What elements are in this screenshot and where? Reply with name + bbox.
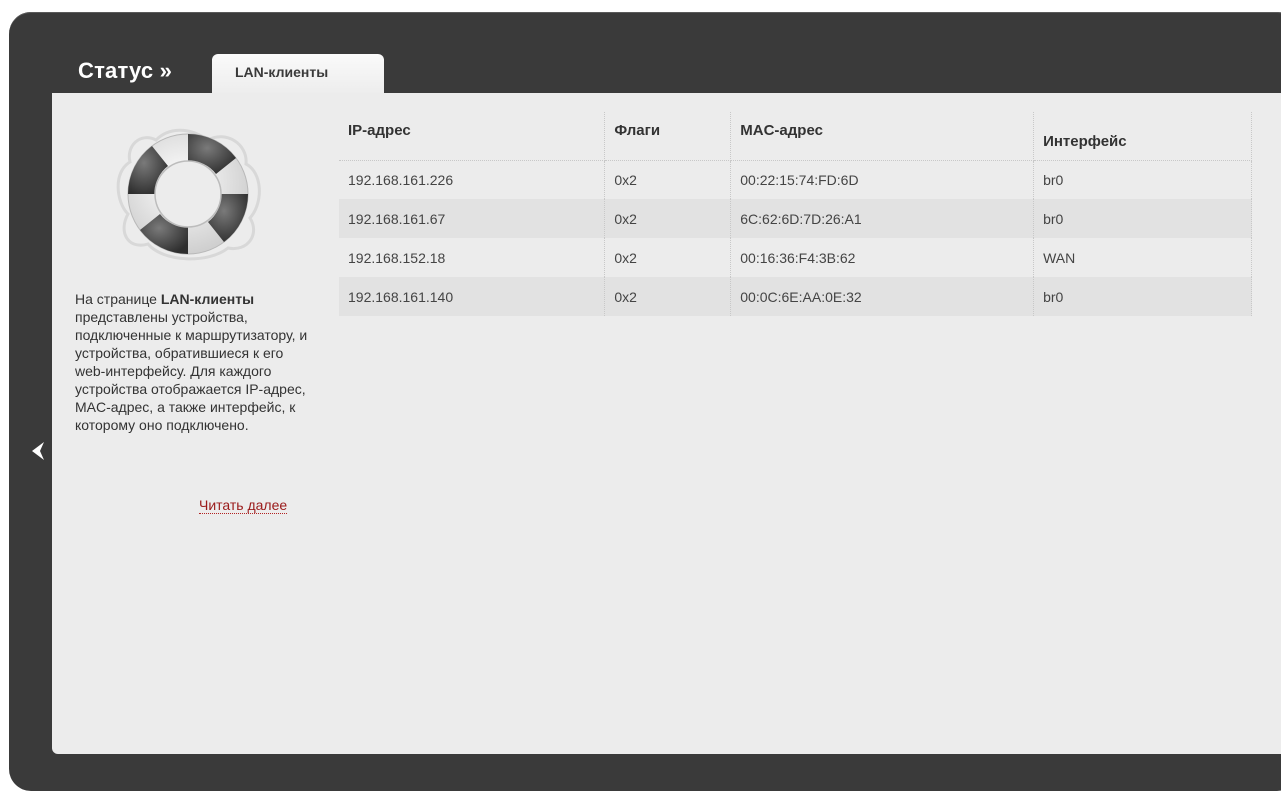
cell-flags: 0x2	[604, 277, 732, 316]
lan-clients-table: IP-адрес Флаги MAC-адрес Интерфейс 192.1…	[339, 112, 1252, 316]
cell-ip: 192.168.161.140	[339, 277, 606, 316]
lifebuoy-icon	[108, 122, 268, 266]
column-header-interface[interactable]: Интерфейс	[1033, 112, 1252, 161]
help-page-name: LAN-клиенты	[160, 291, 255, 307]
column-header-flags[interactable]: Флаги	[604, 112, 732, 161]
cell-flags: 0x2	[604, 199, 732, 238]
table-row[interactable]: 192.168.161.140 0x2 00:0C:6E:AA:0E:32 br…	[339, 277, 1252, 316]
table-row[interactable]: 192.168.161.226 0x2 00:22:15:74:FD:6D br…	[339, 160, 1252, 199]
cell-mac: 00:0C:6E:AA:0E:32	[730, 277, 1035, 316]
cell-interface: br0	[1033, 277, 1252, 316]
cell-ip: 192.168.161.226	[339, 160, 606, 199]
chevron-left-icon[interactable]	[30, 440, 46, 462]
cell-mac: 6C:62:6D:7D:26:A1	[730, 199, 1035, 238]
column-header-ip[interactable]: IP-адрес	[339, 112, 606, 161]
cell-ip: 192.168.161.67	[339, 199, 606, 238]
column-header-mac[interactable]: MAC-адрес	[730, 112, 1035, 161]
cell-flags: 0x2	[604, 160, 732, 199]
cell-interface: br0	[1033, 160, 1252, 199]
read-more-link[interactable]: Читать далее	[199, 497, 288, 514]
cell-mac: 00:22:15:74:FD:6D	[730, 160, 1035, 199]
cell-interface: WAN	[1033, 238, 1252, 277]
table-row[interactable]: 192.168.152.18 0x2 00:16:36:F4:3B:62 WAN	[339, 238, 1252, 277]
tab-lan-clients[interactable]: LAN-клиенты	[212, 54, 384, 96]
help-description: На странице LAN-клиенты представлены уст…	[75, 290, 310, 434]
cell-interface: br0	[1033, 199, 1252, 238]
page-title: Статус »	[78, 58, 173, 83]
cell-ip: 192.168.152.18	[339, 238, 606, 277]
help-body: представлены устройства, подключенные к …	[75, 309, 308, 433]
table-row[interactable]: 192.168.161.67 0x2 6C:62:6D:7D:26:A1 br0	[339, 199, 1252, 238]
cell-mac: 00:16:36:F4:3B:62	[730, 238, 1035, 277]
help-prefix: На странице	[75, 291, 161, 307]
table-header-row: IP-адрес Флаги MAC-адрес Интерфейс	[339, 112, 1252, 161]
cell-flags: 0x2	[604, 238, 732, 277]
